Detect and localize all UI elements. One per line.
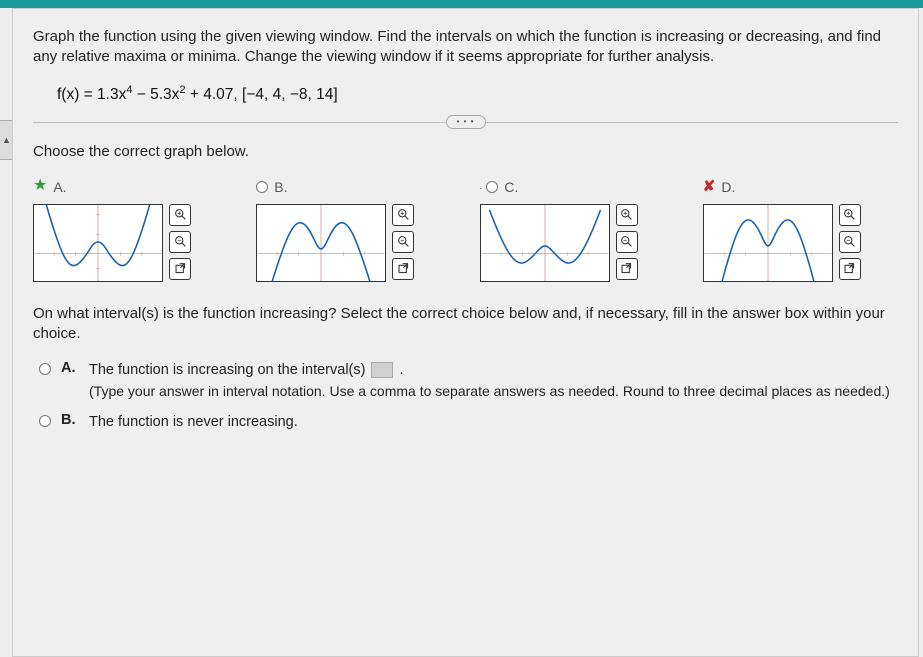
zoom-in-icon[interactable] xyxy=(169,204,191,226)
header-accent-bar xyxy=(0,0,923,8)
divider: • • • xyxy=(33,122,898,123)
option-a-graph xyxy=(33,204,163,282)
wrong-x-icon: ✘ xyxy=(703,181,716,193)
graph-options-row: ★ A. xyxy=(33,178,898,282)
interval-option-a[interactable]: A. The function is increasing on the int… xyxy=(39,360,898,402)
option-d-header: ✘ D. xyxy=(703,178,898,196)
zoom-out-icon[interactable] xyxy=(839,231,861,253)
option-d-tools xyxy=(839,204,861,280)
popout-icon[interactable] xyxy=(392,258,414,280)
option-d[interactable]: ✘ D. xyxy=(703,178,898,282)
period: . xyxy=(400,362,404,378)
option-a-text: The function is increasing on the interv… xyxy=(89,362,365,378)
radio-icon[interactable] xyxy=(39,415,51,427)
option-letter: B. xyxy=(61,412,79,428)
option-a-header: ★ A. xyxy=(33,178,228,196)
function-formula: f(x) = 1.3x4 − 5.3x2 + 4.07, [−4, 4, −8,… xyxy=(57,84,898,104)
zoom-out-icon[interactable] xyxy=(392,231,414,253)
question-panel: Graph the function using the given viewi… xyxy=(12,8,919,657)
choose-graph-prompt: Choose the correct graph below. xyxy=(33,143,898,160)
option-c-letter: C. xyxy=(504,179,518,195)
option-c-tools xyxy=(616,204,638,280)
radio-icon[interactable] xyxy=(486,181,498,193)
option-b-header: B. xyxy=(256,178,451,196)
zoom-in-icon[interactable] xyxy=(616,204,638,226)
option-b-letter: B. xyxy=(274,179,287,195)
option-letter: A. xyxy=(61,360,79,376)
option-a[interactable]: ★ A. xyxy=(33,178,228,282)
option-a-tools xyxy=(169,204,191,280)
popout-icon[interactable] xyxy=(616,258,638,280)
expand-pill[interactable]: • • • xyxy=(446,115,486,129)
option-c-graph xyxy=(480,204,610,282)
option-a-letter: A. xyxy=(53,179,66,195)
answer-input-box[interactable] xyxy=(371,362,393,378)
dot: . xyxy=(480,181,483,192)
interval-option-b[interactable]: B. The function is never increasing. xyxy=(39,412,898,432)
question-text: Graph the function using the given viewi… xyxy=(33,27,898,68)
zoom-out-icon[interactable] xyxy=(616,231,638,253)
option-b-text: The function is never increasing. xyxy=(89,414,298,430)
option-a-hint: (Type your answer in interval notation. … xyxy=(89,382,898,402)
option-b-tools xyxy=(392,204,414,280)
option-d-letter: D. xyxy=(721,179,735,195)
zoom-in-icon[interactable] xyxy=(839,204,861,226)
radio-icon[interactable] xyxy=(256,181,268,193)
option-c[interactable]: . C. xyxy=(480,178,675,282)
option-d-graph xyxy=(703,204,833,282)
correct-star-icon: ★ xyxy=(33,180,47,192)
interval-options: A. The function is increasing on the int… xyxy=(39,360,898,432)
option-c-header: . C. xyxy=(480,178,675,196)
interval-question: On what interval(s) is the function incr… xyxy=(33,304,898,345)
popout-icon[interactable] xyxy=(839,258,861,280)
zoom-in-icon[interactable] xyxy=(392,204,414,226)
option-b[interactable]: B. xyxy=(256,178,451,282)
popout-icon[interactable] xyxy=(169,258,191,280)
option-b-graph xyxy=(256,204,386,282)
radio-icon[interactable] xyxy=(39,363,51,375)
zoom-out-icon[interactable] xyxy=(169,231,191,253)
